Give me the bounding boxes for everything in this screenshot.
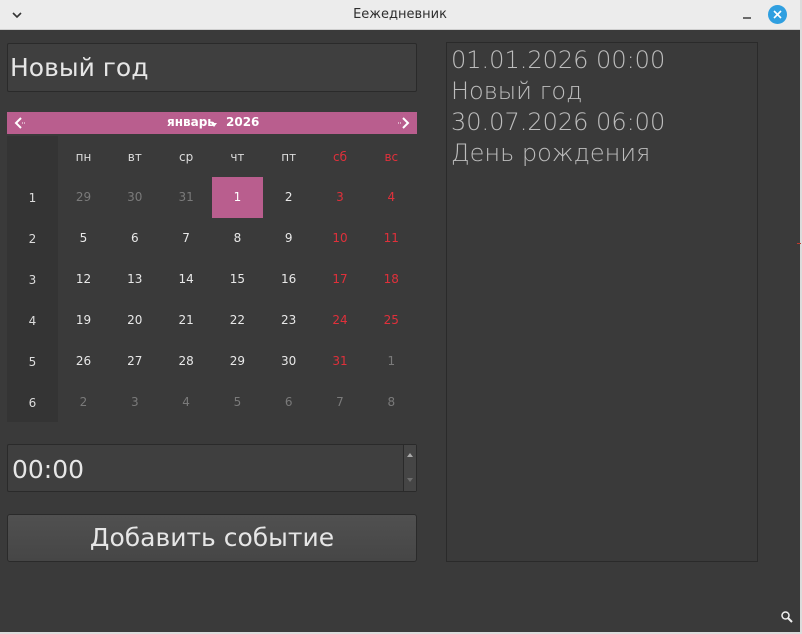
chevron-down-icon[interactable] <box>211 123 217 127</box>
close-icon[interactable] <box>768 5 787 24</box>
weekday-header: вс <box>384 150 399 164</box>
calendar-day[interactable]: 31 <box>161 177 212 218</box>
calendar-day[interactable]: 2 <box>263 177 314 218</box>
title-bar: Еежедневник <box>0 0 800 30</box>
calendar-day[interactable]: 1 <box>211 177 263 218</box>
events-line: 30.07.2026 06:00 <box>451 108 666 136</box>
calendar-day[interactable]: 13 <box>109 259 160 300</box>
calendar-day[interactable]: 31 <box>315 341 366 382</box>
calendar-day[interactable]: 28 <box>161 341 212 382</box>
calendar: январь 2026 пн вт ср чт пт сб вс 1 29 30 31 1 2 3 4 2 5 6… <box>7 112 417 424</box>
calendar-day[interactable]: 2 <box>58 382 109 423</box>
time-input[interactable]: 00:00 <box>7 444 417 492</box>
arrow-left-icon[interactable] <box>11 114 29 132</box>
app-window: Еежедневник Новый год январь 2026 пн вт ср… <box>0 0 802 634</box>
calendar-day[interactable]: 9 <box>263 218 314 259</box>
add-event-button[interactable]: Добавить событие <box>7 514 417 562</box>
calendar-day[interactable]: 5 <box>58 218 109 259</box>
calendar-day[interactable]: 3 <box>109 382 160 423</box>
calendar-day[interactable]: 19 <box>58 300 109 341</box>
calendar-day[interactable]: 30 <box>109 177 160 218</box>
calendar-day[interactable]: 23 <box>263 300 314 341</box>
week-number: 2 <box>28 232 37 246</box>
calendar-day[interactable]: 21 <box>161 300 212 341</box>
calendar-day[interactable]: 7 <box>161 218 212 259</box>
week-number: 3 <box>28 273 37 287</box>
calendar-day[interactable]: 8 <box>212 218 263 259</box>
calendar-day[interactable]: 20 <box>109 300 160 341</box>
week-number: 5 <box>28 355 37 369</box>
week-number: 6 <box>28 396 37 410</box>
calendar-day[interactable]: 29 <box>212 341 263 382</box>
calendar-day[interactable]: 12 <box>58 259 109 300</box>
calendar-day[interactable]: 15 <box>212 259 263 300</box>
calendar-day[interactable]: 14 <box>161 259 212 300</box>
calendar-day[interactable]: 27 <box>109 341 160 382</box>
month-selector[interactable]: январь <box>167 115 215 129</box>
week-number: 4 <box>28 314 37 328</box>
calendar-day[interactable]: 22 <box>212 300 263 341</box>
calendar-day[interactable]: 3 <box>315 177 366 218</box>
events-line: Новый год <box>451 77 583 105</box>
calendar-day[interactable]: 5 <box>212 382 263 423</box>
weekday-header: сб <box>333 150 347 164</box>
calendar-navigation: январь 2026 <box>7 112 417 134</box>
window-title: Еежедневник <box>353 7 447 22</box>
weekday-header: вт <box>127 150 142 164</box>
calendar-day[interactable]: 18 <box>366 259 417 300</box>
calendar-day[interactable]: 16 <box>263 259 314 300</box>
arrow-right-icon[interactable] <box>395 114 413 132</box>
calendar-day[interactable]: 8 <box>366 382 417 423</box>
calendar-day[interactable]: 4 <box>161 382 212 423</box>
weekday-header: пт <box>281 150 297 164</box>
calendar-day[interactable]: 1 <box>366 341 417 382</box>
calendar-day[interactable]: 11 <box>366 218 417 259</box>
spin-up-icon[interactable] <box>407 453 413 457</box>
year-selector[interactable]: 2026 <box>226 115 259 129</box>
calendar-day[interactable]: 25 <box>366 300 417 341</box>
weekday-header: чт <box>230 150 245 164</box>
calendar-day[interactable]: 10 <box>315 218 366 259</box>
minimize-icon[interactable] <box>738 6 756 24</box>
edge-marker <box>797 243 801 244</box>
calendar-day[interactable]: 7 <box>315 382 366 423</box>
events-line: 01.01.2026 00:00 <box>451 46 666 74</box>
spin-down-icon[interactable] <box>407 478 413 482</box>
calendar-day[interactable]: 30 <box>263 341 314 382</box>
magnifier-icon[interactable] <box>780 609 794 623</box>
weekday-header: ср <box>178 150 194 164</box>
time-spinner[interactable] <box>403 445 416 491</box>
weekday-header: пн <box>75 150 92 164</box>
events-line: День рождения <box>451 139 651 167</box>
calendar-day[interactable]: 26 <box>58 341 109 382</box>
calendar-day[interactable]: 24 <box>315 300 366 341</box>
calendar-day[interactable]: 4 <box>366 177 417 218</box>
time-value: 00:00 <box>12 455 85 484</box>
week-number: 1 <box>28 191 37 205</box>
calendar-day[interactable]: 17 <box>315 259 366 300</box>
calendar-day[interactable]: 6 <box>263 382 314 423</box>
calendar-day[interactable]: 6 <box>109 218 160 259</box>
events-list[interactable]: 01.01.2026 00:00 Новый год 30.07.2026 06… <box>446 42 758 562</box>
calendar-day[interactable]: 29 <box>58 177 109 218</box>
event-name-input[interactable]: Новый год <box>7 43 417 92</box>
